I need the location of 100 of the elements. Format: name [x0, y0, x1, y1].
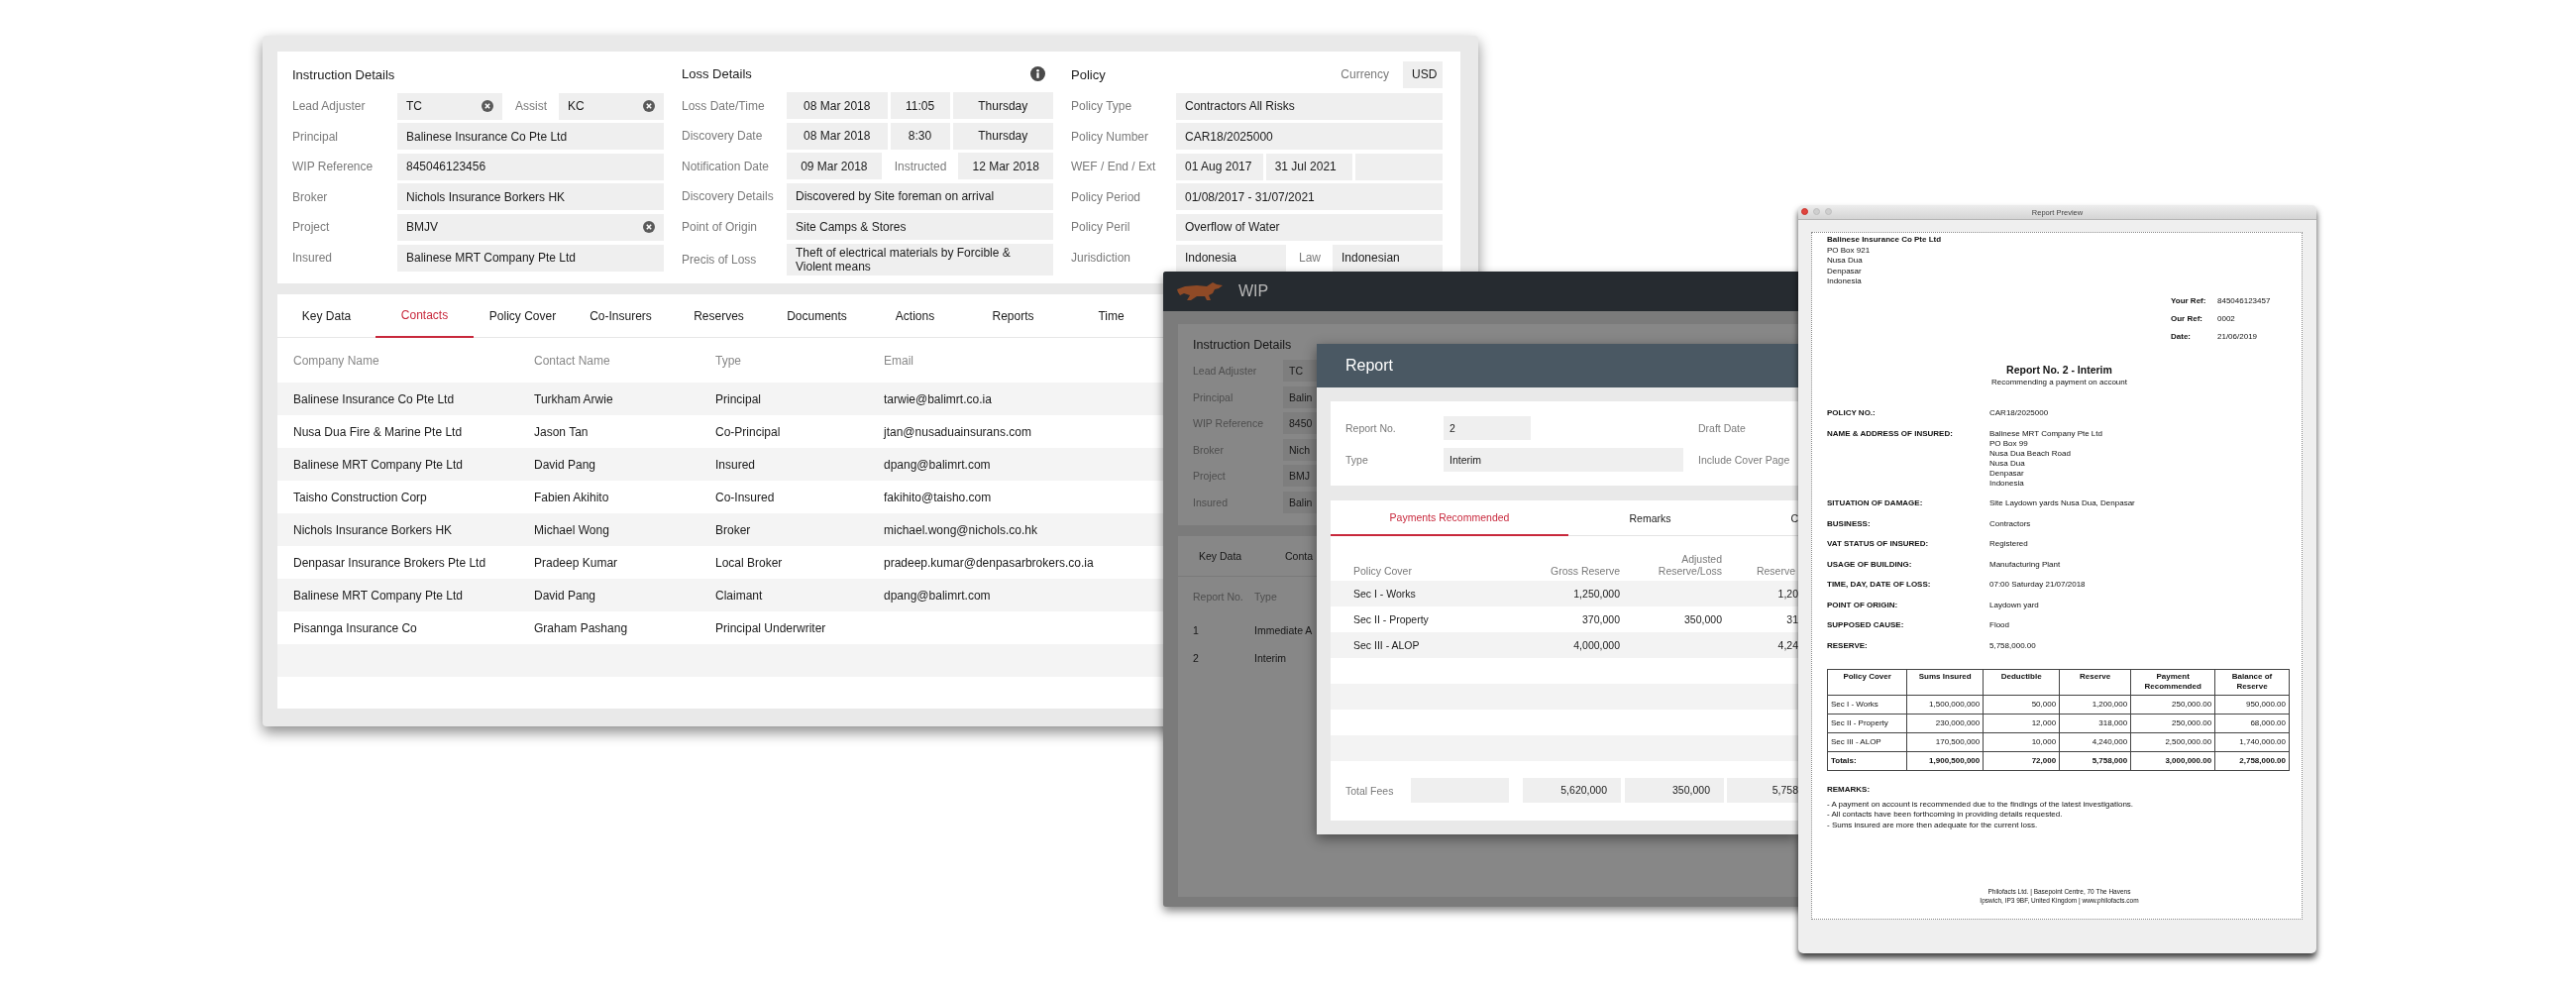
text-field[interactable]: USD	[1403, 60, 1443, 88]
text-field[interactable]: BMJ	[1283, 465, 1317, 488]
text-field[interactable]: 31 Jul 2021	[1265, 153, 1353, 180]
table-cell: 1,500,000,000	[1906, 695, 1984, 715]
table-cell-text: Claimant	[715, 588, 764, 603]
field-label: WIP Reference	[292, 159, 375, 176]
text-field[interactable]: Balin	[1283, 385, 1317, 408]
field-label: Lead Adjuster	[292, 98, 367, 116]
text-field[interactable]: 09 Mar 2018	[787, 153, 882, 180]
table-cell: 250,000.00	[2130, 695, 2215, 715]
text-field[interactable]: 12 Mar 2018	[958, 153, 1053, 180]
clear-icon[interactable]	[482, 100, 493, 113]
text-field[interactable]: Nichols Insurance Borkers HK	[397, 183, 664, 211]
text-field[interactable]: 01/08/2017 - 31/07/2021	[1176, 183, 1443, 211]
tab[interactable]: Conta	[1264, 536, 1317, 576]
text-field[interactable]: 11:05	[890, 92, 950, 120]
table-cell-text: Pradeep Kumar	[534, 555, 619, 570]
tab[interactable]: Remarks	[1568, 500, 1732, 536]
info-icon[interactable]	[1030, 66, 1045, 82]
text-field[interactable]: Indonesian	[1333, 244, 1443, 272]
clear-icon[interactable]	[643, 221, 655, 234]
table-cell: fakihito@taisho.com	[884, 490, 992, 504]
text-field[interactable]: Discovered by Site foreman on arrival	[787, 182, 1053, 210]
table-cell: 1,900,500,000	[1906, 751, 1984, 771]
detail-value: Flood	[1989, 620, 2010, 631]
detail-label: POINT OF ORIGIN:	[1827, 600, 1899, 610]
tab[interactable]: Contacts	[376, 294, 474, 338]
horse-icon	[1175, 280, 1225, 302]
tab[interactable]: Reserves	[670, 294, 768, 338]
detail-label: SITUATION OF DAMAGE:	[1827, 498, 1924, 509]
table-cell-text: 1,250,000	[1572, 588, 1620, 600]
text-field[interactable]: 845046123456	[397, 153, 664, 180]
tab[interactable]: Actions	[866, 294, 964, 338]
table-cell: 1,740,000.00	[2214, 732, 2290, 752]
detail-value: Laydown yard	[1989, 600, 2040, 610]
text-field[interactable]: BMJV	[397, 213, 664, 241]
text-field[interactable]: Theft of electrical materials by Forcible & Violent means	[787, 244, 1053, 275]
text-field[interactable]: TC	[397, 92, 502, 120]
text-field[interactable]: Thursday	[952, 92, 1053, 120]
text-field[interactable]: Balin	[1283, 491, 1317, 513]
field-label: Loss Date/Time	[682, 97, 766, 115]
tab[interactable]: Key Data	[1178, 536, 1264, 576]
address-line: Indonesia	[1827, 276, 1863, 287]
text-field[interactable]: CAR18/2025000	[1176, 123, 1443, 151]
ref-label: Date:	[2171, 331, 2192, 343]
table-cell: Sec II - Property	[1827, 714, 1907, 733]
tab[interactable]: Co-Insurers	[572, 294, 670, 338]
text-field[interactable]: 2	[1444, 416, 1531, 440]
text-field[interactable]: 8:30	[890, 122, 950, 150]
table-cell-text: Balinese MRT Company Pte Ltd	[293, 588, 464, 603]
close-button[interactable]	[1801, 208, 1808, 215]
table-cell: michael.wong@nichols.co.hk	[884, 522, 1037, 537]
text-field[interactable]: 8450	[1283, 412, 1317, 435]
field-label: Discovery Date	[682, 128, 764, 146]
text-field[interactable]: Overflow of Water	[1176, 213, 1443, 241]
table-cell-text: Insured	[715, 457, 757, 472]
field-label: Instructed	[893, 158, 948, 175]
detail-value: Contractors	[1989, 518, 2032, 529]
text-field[interactable]: Nich	[1283, 438, 1317, 461]
tab[interactable]: Reports	[964, 294, 1062, 338]
text-field[interactable]: Balinese MRT Company Pte Ltd	[397, 244, 664, 272]
table-cell-text: Sec III - ALOP	[1352, 639, 1421, 651]
section-title: Instruction Details	[292, 66, 395, 82]
text-field[interactable]: Indonesia	[1176, 244, 1286, 272]
text-field[interactable]: Balinese Insurance Co Pte Ltd	[397, 123, 664, 151]
table-cell: Sec I - Works	[1827, 695, 1907, 715]
tab[interactable]: Documents	[768, 294, 866, 338]
table-cell-text: 4,24	[1776, 639, 1798, 651]
clear-icon[interactable]	[643, 100, 655, 113]
dialog-title: Report	[1317, 344, 1798, 387]
text-field[interactable]: KC	[559, 92, 664, 120]
text-field[interactable]: Contractors All Risks	[1176, 92, 1443, 120]
ref-value: 21/06/2019	[2217, 331, 2259, 343]
text-field[interactable]: Thursday	[952, 122, 1053, 150]
window-title: WIP	[1238, 282, 1269, 300]
tab[interactable]: Key Data	[277, 294, 376, 338]
text-field[interactable]: TC	[1283, 360, 1317, 382]
table-cell-text: Graham Pashang	[534, 620, 629, 635]
table-cell: 2,758,000.00	[2214, 751, 2290, 771]
field-label: Project	[292, 219, 331, 237]
detail-value: Balinese MRT Company Pte Ltd	[1989, 428, 2103, 439]
text-field[interactable]: Site Camps & Stores	[787, 213, 1053, 241]
remarks-heading: REMARKS:	[1827, 784, 1872, 794]
text-field[interactable]: Interim	[1444, 448, 1683, 472]
section-title: Policy	[1071, 66, 1106, 82]
ref-label: Your Ref:	[2171, 295, 2207, 307]
tab[interactable]: C	[1732, 500, 1798, 536]
tab[interactable]: Policy Cover	[474, 294, 572, 338]
text-field[interactable]: 08 Mar 2018	[787, 92, 888, 120]
detail-value: Nusa Dua	[1989, 458, 2026, 469]
text-field[interactable]: 08 Mar 2018	[787, 122, 888, 150]
table-cell-text: Taisho Construction Corp	[293, 490, 428, 504]
tab[interactable]: Payments Recommended	[1331, 500, 1568, 536]
text-field[interactable]: 01 Aug 2017	[1176, 153, 1263, 180]
detail-value: Indonesia	[1989, 478, 2025, 489]
table-cell-text: Denpasar Insurance Brokers Pte Ltd	[293, 555, 487, 570]
field-label: Insured	[1193, 495, 1230, 508]
tab[interactable]: Time	[1062, 294, 1160, 338]
table-cell-text: Co-Insured	[715, 490, 776, 504]
field-label: WIP Reference	[1193, 417, 1264, 430]
